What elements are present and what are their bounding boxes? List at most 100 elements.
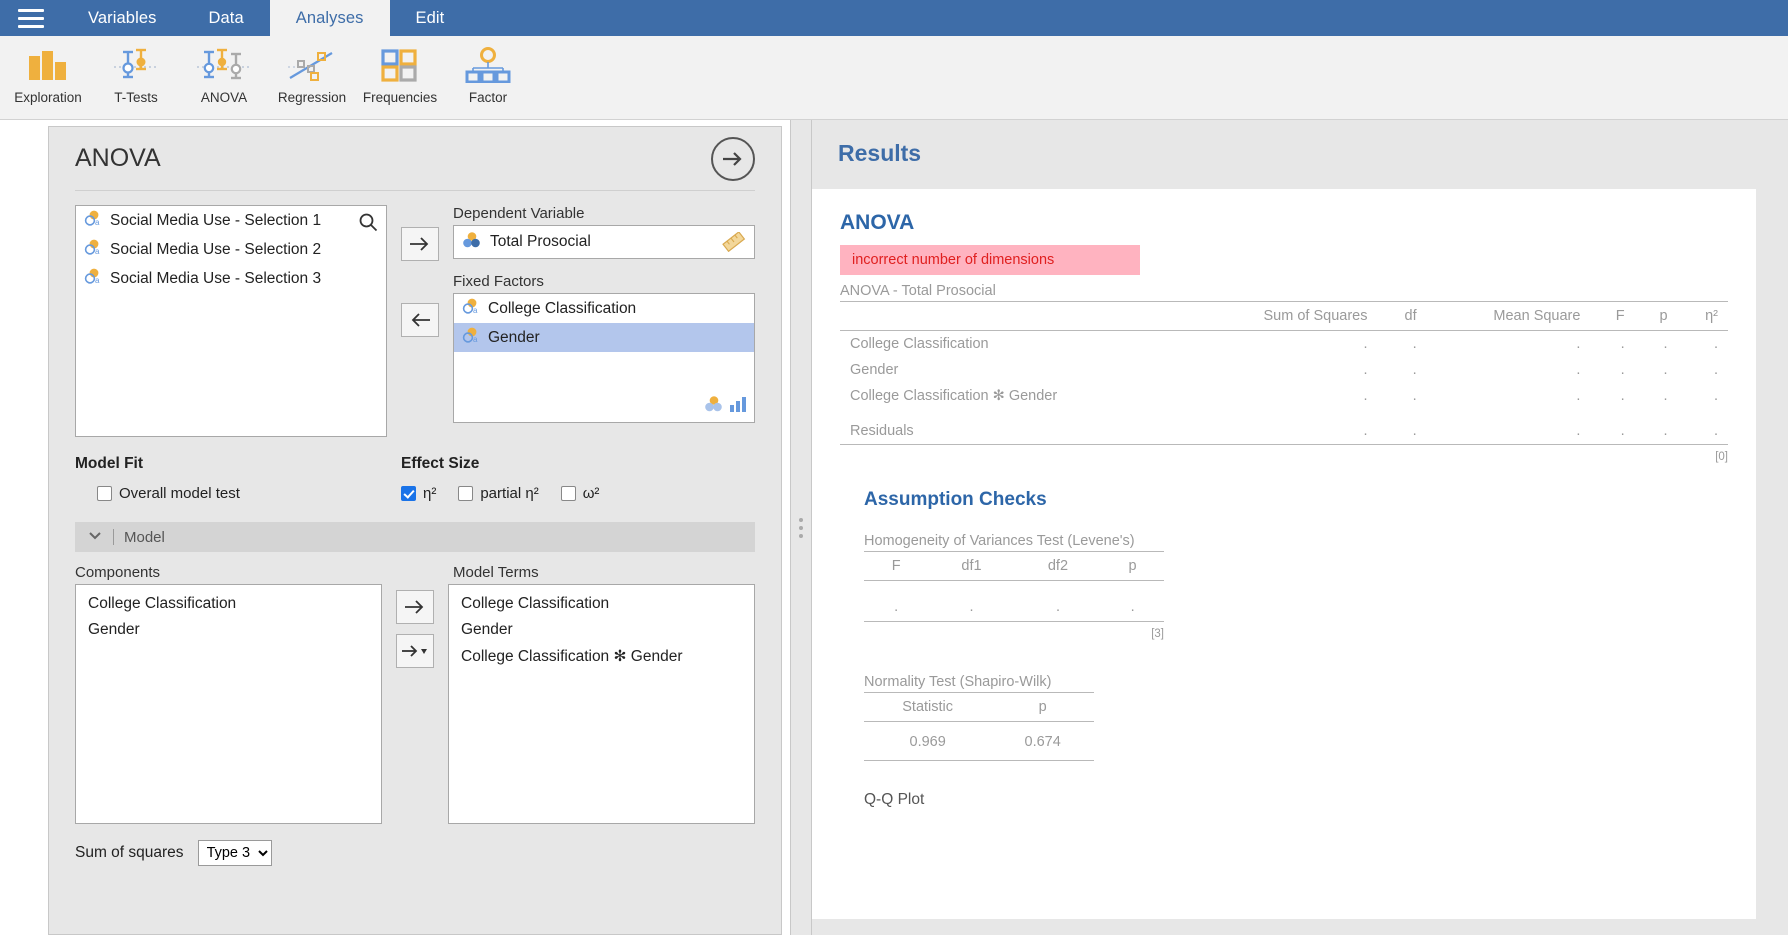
cell: . <box>1363 388 1368 404</box>
partial-eta-squared-row[interactable]: partial η² <box>458 485 539 502</box>
nav-tab-data[interactable]: Data <box>182 0 269 36</box>
nav-tab-edit[interactable]: Edit <box>390 0 471 36</box>
cell: . <box>1412 388 1417 404</box>
fixed-factors-box[interactable]: a College Classification a Gender <box>453 293 755 423</box>
bar-chart-icon <box>25 42 71 88</box>
toolbar-item-anova[interactable]: ANOVA <box>180 36 268 105</box>
column-header: F <box>1615 308 1625 324</box>
toolbar-label-regression: Regression <box>277 90 347 105</box>
arrow-right-icon <box>723 151 742 166</box>
eta-squared-row[interactable]: η² <box>401 485 436 502</box>
add-term-menu-button[interactable] <box>396 634 434 668</box>
variable-list-item[interactable]: a Social Media Use - Selection 3 <box>76 264 386 293</box>
cell: 0.969 <box>909 734 946 750</box>
fixed-factor-item-selected[interactable]: a Gender <box>454 323 754 352</box>
model-term-item[interactable]: College Classification <box>449 591 754 617</box>
table-row: Residuals . . . . . . <box>840 409 1728 445</box>
variable-label: Social Media Use - Selection 1 <box>110 211 322 229</box>
search-icon[interactable] <box>358 212 378 237</box>
overall-model-test-checkbox[interactable] <box>97 486 112 501</box>
model-terms-column: Model Terms <box>453 564 539 584</box>
table-header-row: Sum of Squares df Mean Square F p η² <box>840 301 1728 331</box>
assumption-checks-heading: Assumption Checks <box>864 489 1047 510</box>
overall-model-test-row[interactable]: Overall model test <box>75 485 401 502</box>
variable-list-item[interactable]: a Social Media Use - Selection 1 <box>76 206 386 235</box>
model-section-header[interactable]: Model <box>75 522 755 552</box>
row-label: College Classification <box>850 336 989 352</box>
variable-list-item[interactable]: a Social Media Use - Selection 2 <box>76 235 386 264</box>
nav-tab-analyses[interactable]: Analyses <box>269 0 390 36</box>
sum-of-squares-label: Sum of squares <box>75 844 184 861</box>
omega-squared-row[interactable]: ω² <box>560 485 599 502</box>
assign-buttons <box>401 205 439 437</box>
anova-icon <box>195 42 253 88</box>
row-label: Gender <box>850 362 899 378</box>
toolbar-item-frequencies[interactable]: Frequencies <box>356 36 444 105</box>
levene-block: Homogeneity of Variances Test (Levene's)… <box>864 529 1728 640</box>
eta-squared-checkbox[interactable] <box>401 486 416 501</box>
hide-options-button[interactable] <box>711 136 755 181</box>
available-variables-list[interactable]: a Social Media Use - Selection 1 a Socia… <box>75 205 387 437</box>
nav-tab-variables[interactable]: Variables <box>62 0 182 36</box>
assign-variable-button[interactable] <box>401 227 439 261</box>
options-header: ANOVA <box>75 127 755 191</box>
shapiro-table: Statistic p 0.969 0.674 <box>864 692 1094 761</box>
svg-text:a: a <box>95 218 100 227</box>
hamburger-menu-icon[interactable] <box>0 0 62 36</box>
toolbar-item-factor[interactable]: Factor <box>444 36 532 105</box>
results-sheet[interactable]: ANOVA incorrect number of dimensions ANO… <box>812 189 1756 919</box>
variable-label: Social Media Use - Selection 3 <box>110 269 322 287</box>
pane-splitter[interactable] <box>790 120 812 935</box>
toolbar-item-exploration[interactable]: Exploration <box>4 36 92 105</box>
cell: . <box>1663 423 1668 439</box>
cell: . <box>1576 336 1581 352</box>
cell: . <box>1663 388 1668 404</box>
cell: . <box>1713 336 1718 352</box>
cell: . <box>1363 362 1368 378</box>
dependent-variable-box[interactable]: Total Prosocial <box>453 225 755 259</box>
options-checkbox-row: Model Fit Overall model test Effect Size… <box>75 437 755 502</box>
sum-of-squares-row: Sum of squares Type 1 Type 2 Type 3 <box>75 824 755 866</box>
fixed-factor-item[interactable]: a College Classification <box>454 294 754 323</box>
table-row: 0.969 0.674 <box>864 722 1094 761</box>
model-term-item[interactable]: College Classification ✻ Gender <box>449 643 754 670</box>
components-box[interactable]: College Classification Gender <box>75 584 382 824</box>
model-term-item[interactable]: Gender <box>449 617 754 643</box>
anova-results-heading: ANOVA <box>840 211 915 234</box>
component-item[interactable]: Gender <box>76 617 381 643</box>
toolbar-item-ttests[interactable]: T-Tests <box>92 36 180 105</box>
add-term-button[interactable] <box>396 590 434 624</box>
svg-text:a: a <box>473 306 478 315</box>
splitter-handle-icon <box>799 517 803 538</box>
model-builder: Components Model Terms College Classific… <box>75 552 755 824</box>
column-header: η² <box>1705 308 1718 324</box>
sum-of-squares-select[interactable]: Type 1 Type 2 Type 3 <box>197 840 272 866</box>
results-pane: Results ANOVA incorrect number of dimens… <box>812 120 1788 935</box>
column-header <box>840 302 1188 331</box>
levene-table-note: [3] <box>1151 628 1164 640</box>
table-row: Gender . . . . . . <box>840 357 1728 383</box>
cell: . <box>1363 423 1368 439</box>
ruler-icon <box>722 231 746 257</box>
column-header: df <box>1404 308 1417 324</box>
omega-squared-checkbox[interactable] <box>560 486 576 501</box>
toolbar-label-frequencies: Frequencies <box>362 90 438 105</box>
remove-variable-button[interactable] <box>401 303 439 337</box>
arrow-right-icon <box>405 600 424 614</box>
top-navigation-bar: Variables Data Analyses Edit <box>0 0 1788 36</box>
arrow-left-icon <box>411 313 430 327</box>
table-row: . . . . <box>864 581 1164 622</box>
toolbar-item-regression[interactable]: Regression <box>268 36 356 105</box>
fixed-factor-label: College Classification <box>488 299 637 317</box>
svg-text:a: a <box>95 276 100 285</box>
model-fit-title: Model Fit <box>75 455 144 472</box>
cell: . <box>1713 423 1718 439</box>
fixed-factor-label: Gender <box>488 328 540 346</box>
cell: . <box>1620 423 1625 439</box>
component-item[interactable]: College Classification <box>76 591 381 617</box>
model-terms-box[interactable]: College Classification Gender College Cl… <box>448 584 755 824</box>
table-header-row: F df1 df2 p <box>864 551 1164 581</box>
cell: . <box>1412 362 1417 378</box>
cell: . <box>969 599 974 615</box>
partial-eta-squared-checkbox[interactable] <box>458 486 474 501</box>
